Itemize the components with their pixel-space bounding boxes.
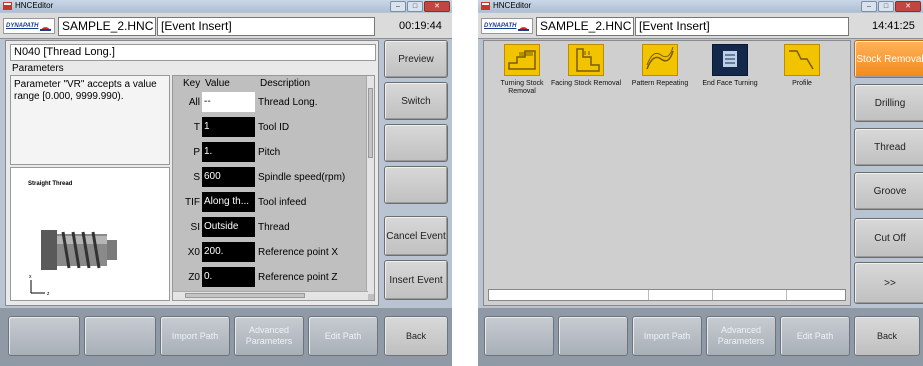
edit-path-button[interactable]: Edit Path — [780, 316, 850, 356]
thread-illustration: Straight Thread x z — [10, 167, 170, 301]
col-description: Description — [260, 78, 311, 89]
groove-button[interactable]: Groove — [854, 172, 923, 210]
close-button[interactable]: ✕ — [895, 1, 921, 12]
turning-stock-removal-icon — [504, 44, 540, 76]
minimize-button[interactable]: – — [861, 1, 877, 12]
header-bar: DYNAPATH SAMPLE_2.HNC [Event Insert] 00:… — [0, 13, 452, 39]
bottom-toolbar: Import Path Advanced Parameters Edit Pat… — [0, 308, 452, 366]
side-button-blank-1[interactable] — [384, 124, 448, 162]
value-field[interactable]: 1 — [202, 117, 255, 137]
block-header: N040 [Thread Long.] — [10, 44, 376, 61]
insert-event-button[interactable]: Insert Event — [384, 260, 448, 300]
table-row[interactable]: TIF Along th... Tool infeed — [173, 190, 368, 214]
drilling-button[interactable]: Drilling — [854, 84, 923, 122]
bottom-button-blank-1[interactable] — [8, 316, 80, 356]
table-row[interactable]: All -- Thread Long. — [173, 90, 368, 114]
table-row[interactable]: Z0 0. Reference point Z — [173, 265, 368, 289]
hnceditor-window-cycle-select: HNCEditor – □ ✕ DYNAPATH SAMPLE_2.HNC [E… — [478, 0, 923, 366]
table-header: Key Value Description — [173, 78, 368, 90]
col-value: Value — [205, 78, 230, 89]
back-button[interactable]: Back — [384, 316, 448, 356]
preview-button[interactable]: Preview — [384, 40, 448, 78]
stock-removal-button[interactable]: Stock Removal — [854, 40, 923, 78]
dynapath-logo: DYNAPATH — [481, 18, 533, 34]
cycle-end-face-turning[interactable]: End Face Turning — [694, 44, 766, 104]
scroll-thumb[interactable] — [185, 293, 305, 298]
value-field[interactable]: 0. — [202, 267, 255, 287]
close-button[interactable]: ✕ — [424, 1, 450, 12]
facing-stock-removal-icon — [568, 44, 604, 76]
cycle-facing-stock-removal[interactable]: Facing Stock Removal — [550, 44, 622, 104]
titlebar: HNCEditor – □ ✕ — [0, 0, 452, 12]
clock: 00:19:44 — [399, 20, 442, 32]
table-row[interactable]: P 1. Pitch — [173, 140, 368, 164]
mode-label: [Event Insert] — [157, 17, 375, 36]
titlebar: HNCEditor – □ ✕ — [478, 0, 923, 12]
profile-icon — [784, 44, 820, 76]
dynapath-logo: DYNAPATH — [3, 18, 55, 34]
value-field[interactable]: -- — [202, 92, 255, 112]
horizontal-scrollbar[interactable] — [173, 291, 368, 300]
bottom-button-blank-2[interactable] — [558, 316, 628, 356]
vertical-scrollbar[interactable] — [366, 76, 374, 294]
logo-mark-icon — [518, 27, 529, 31]
maximize-button[interactable]: □ — [878, 1, 894, 12]
side-button-blank-2[interactable] — [384, 166, 448, 204]
logo-mark-icon — [40, 27, 51, 31]
header-bar: DYNAPATH SAMPLE_2.HNC [Event Insert] 14:… — [478, 13, 923, 39]
window-title: HNCEditor — [493, 1, 532, 10]
value-field[interactable]: 200. — [202, 242, 255, 262]
table-row[interactable]: X0 200. Reference point X — [173, 240, 368, 264]
cancel-event-button[interactable]: Cancel Event — [384, 216, 448, 256]
cycle-palette: Turning Stock Removal Facing Stock Remov… — [483, 40, 851, 306]
app-icon — [3, 2, 12, 10]
table-row[interactable]: S 600 Spindle speed(rpm) — [173, 165, 368, 189]
file-name: SAMPLE_2.HNC — [536, 17, 634, 36]
maximize-button[interactable]: □ — [407, 1, 423, 12]
cycle-pattern-repeating[interactable]: Pattern Repeating — [624, 44, 696, 104]
thread-button[interactable]: Thread — [854, 128, 923, 166]
advanced-parameters-button[interactable]: Advanced Parameters — [706, 316, 776, 356]
svg-text:x: x — [29, 274, 32, 280]
table-row[interactable]: T 1 Tool ID — [173, 115, 368, 139]
straight-thread-icon: x z — [29, 230, 117, 297]
bottom-button-blank-2[interactable] — [84, 316, 156, 356]
mode-label: [Event Insert] — [635, 17, 849, 36]
value-field[interactable]: 600 — [202, 167, 255, 187]
scroll-thumb[interactable] — [368, 88, 373, 158]
pattern-repeating-icon — [642, 44, 678, 76]
back-button[interactable]: Back — [854, 316, 920, 356]
value-field[interactable]: Outside — [202, 217, 255, 237]
input-bar[interactable] — [488, 289, 846, 301]
end-face-turning-icon — [712, 44, 748, 76]
parameter-table: Key Value Description All -- Thread Long… — [172, 75, 375, 301]
cut-off-button[interactable]: Cut Off — [854, 218, 923, 258]
hint-text: Parameter "VR" accepts a value range [0.… — [10, 75, 170, 165]
minimize-button[interactable]: – — [390, 1, 406, 12]
app-icon — [481, 2, 490, 10]
window-title: HNCEditor — [15, 1, 54, 10]
edit-path-button[interactable]: Edit Path — [308, 316, 378, 356]
import-path-button[interactable]: Import Path — [160, 316, 230, 356]
switch-button[interactable]: Switch — [384, 82, 448, 120]
cycle-profile[interactable]: Profile — [766, 44, 838, 104]
clock: 14:41:25 — [872, 20, 915, 32]
bottom-button-blank-1[interactable] — [484, 316, 554, 356]
parameters-label: Parameters — [12, 63, 64, 74]
col-key: Key — [183, 78, 201, 89]
value-field[interactable]: Along th... — [202, 192, 255, 212]
table-row[interactable]: SI Outside Thread — [173, 215, 368, 239]
cycle-turning-stock-removal[interactable]: Turning Stock Removal — [486, 44, 558, 104]
bottom-toolbar: Import Path Advanced Parameters Edit Pat… — [478, 308, 923, 366]
hnceditor-window-thread-params: HNCEditor – □ ✕ DYNAPATH SAMPLE_2.HNC [E… — [0, 0, 452, 366]
advanced-parameters-button[interactable]: Advanced Parameters — [234, 316, 304, 356]
svg-text:z: z — [47, 291, 50, 297]
value-field[interactable]: 1. — [202, 142, 255, 162]
parameter-editor: N040 [Thread Long.] Parameters Parameter… — [5, 40, 379, 306]
more-button[interactable]: >> — [854, 262, 923, 304]
file-name: SAMPLE_2.HNC — [58, 17, 156, 36]
import-path-button[interactable]: Import Path — [632, 316, 702, 356]
